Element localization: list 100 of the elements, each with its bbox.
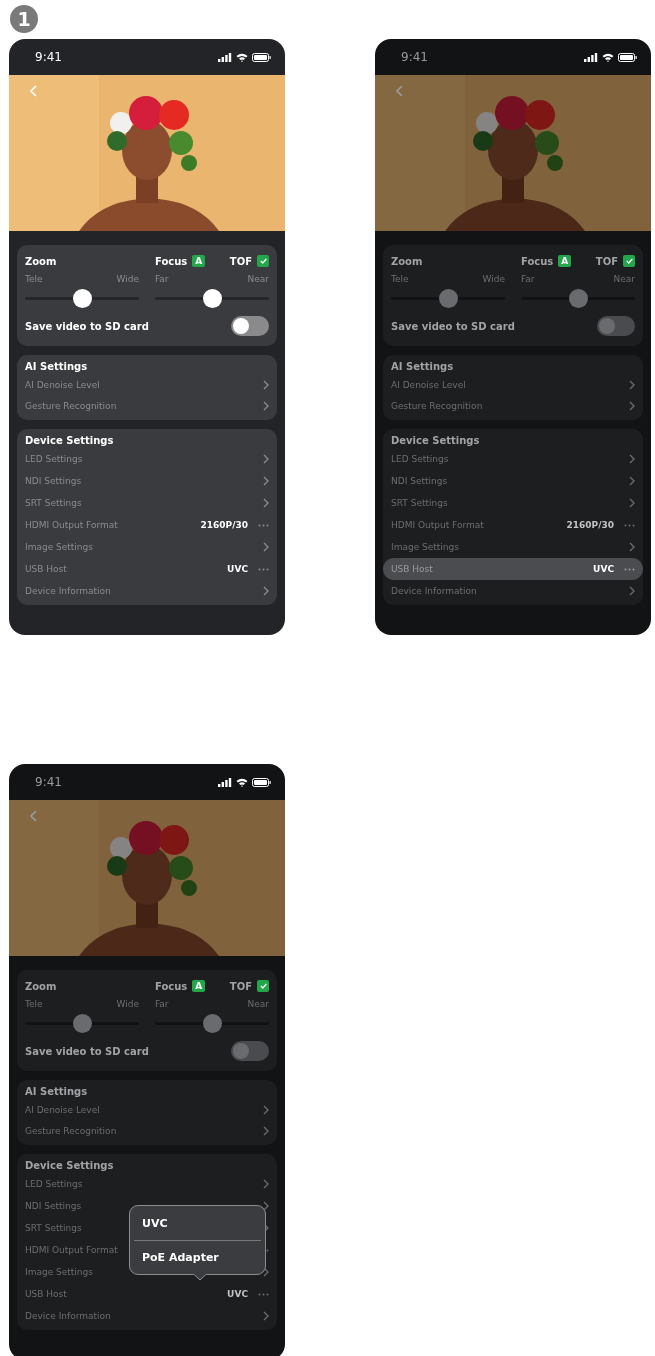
settings-row[interactable]: AI Denoise Level xyxy=(25,374,269,395)
more-icon[interactable] xyxy=(624,523,635,527)
more-icon[interactable] xyxy=(258,1292,269,1296)
section-title: Device Settings xyxy=(25,1159,114,1171)
section-title: Device Settings xyxy=(25,434,114,446)
menu-option[interactable]: PoE Adapter xyxy=(134,1240,261,1274)
highlighted-settings-row[interactable]: USB Host UVC xyxy=(383,558,643,580)
slider-min-label: Tele xyxy=(25,999,43,1009)
settings-row[interactable]: Gesture Recognition xyxy=(25,1120,269,1141)
zoom-title: Zoom xyxy=(25,255,57,267)
wifi-icon xyxy=(236,52,248,62)
chevron-right-icon xyxy=(629,379,635,390)
section-title: AI Settings xyxy=(391,360,454,372)
chevron-right-icon xyxy=(263,498,269,508)
chevron-right-icon xyxy=(263,542,269,552)
chevron-right-icon xyxy=(263,1125,269,1136)
settings-row[interactable]: AI Denoise Level xyxy=(391,374,635,395)
tof-label: TOF xyxy=(595,255,618,267)
auto-badge[interactable]: A xyxy=(558,255,572,267)
focus-title: Focus xyxy=(155,980,188,992)
slider-thumb[interactable] xyxy=(439,289,458,308)
settings-row[interactable]: Image Settings xyxy=(25,536,269,558)
settings-row[interactable]: LED Settings xyxy=(25,448,269,470)
settings-row[interactable]: LED Settings xyxy=(25,1173,269,1195)
settings-row[interactable]: Device Information xyxy=(25,580,269,602)
tof-checkbox[interactable] xyxy=(623,255,635,267)
auto-badge[interactable]: A xyxy=(192,980,206,992)
section-title: AI Settings xyxy=(25,1085,88,1097)
more-icon[interactable] xyxy=(258,523,269,527)
status-time: 9:41 xyxy=(401,50,428,64)
slider-max-label: Wide xyxy=(116,999,139,1009)
slider-thumb[interactable] xyxy=(569,289,588,308)
settings-row[interactable]: NDI Settings xyxy=(25,470,269,492)
chevron-right-icon xyxy=(263,1311,269,1321)
slider-max-label: Wide xyxy=(482,274,505,284)
settings-row[interactable]: HDMI Output Format 2160P/30 xyxy=(391,514,635,536)
slider-min-label: Tele xyxy=(391,274,409,284)
slider-max-label: Near xyxy=(247,274,269,284)
zoom-title: Zoom xyxy=(25,980,57,992)
chevron-right-icon xyxy=(629,454,635,464)
setting-value: UVC xyxy=(593,564,614,574)
setting-value: UVC xyxy=(227,564,248,574)
slider-max-label: Near xyxy=(613,274,635,284)
back-icon[interactable] xyxy=(396,85,403,97)
step-badge: 1 xyxy=(10,5,38,33)
save-video-toggle[interactable] xyxy=(231,1041,269,1061)
slider-min-label: Far xyxy=(155,999,169,1009)
slider-thumb[interactable] xyxy=(73,289,92,308)
settings-row[interactable]: NDI Settings xyxy=(391,470,635,492)
more-icon[interactable] xyxy=(258,567,269,571)
battery-icon xyxy=(252,777,271,787)
auto-badge[interactable]: A xyxy=(192,255,206,267)
save-video-toggle[interactable] xyxy=(597,316,635,336)
chevron-right-icon xyxy=(629,498,635,508)
settings-row[interactable]: Device Information xyxy=(391,580,635,602)
slider-thumb[interactable] xyxy=(73,1014,92,1033)
settings-row[interactable]: HDMI Output Format 2160P/30 xyxy=(25,514,269,536)
slider-thumb[interactable] xyxy=(203,1014,222,1033)
chevron-right-icon xyxy=(263,1104,269,1115)
settings-row[interactable]: USB Host UVC xyxy=(25,558,269,580)
wifi-icon xyxy=(236,777,248,787)
battery-icon xyxy=(252,52,271,62)
settings-row[interactable]: AI Denoise Level xyxy=(25,1099,269,1120)
setting-value: 2160P/30 xyxy=(566,520,614,530)
tof-label: TOF xyxy=(229,255,252,267)
setting-value: 2160P/30 xyxy=(200,520,248,530)
back-icon[interactable] xyxy=(30,810,37,822)
slider-min-label: Far xyxy=(521,274,535,284)
save-video-label: Save video to SD card xyxy=(391,320,515,332)
zoom-title: Zoom xyxy=(391,255,423,267)
battery-icon xyxy=(618,52,637,62)
chevron-right-icon xyxy=(629,400,635,411)
tof-checkbox[interactable] xyxy=(257,980,269,992)
section-title: AI Settings xyxy=(25,360,88,372)
settings-row[interactable]: Image Settings xyxy=(391,536,635,558)
wifi-icon xyxy=(602,52,614,62)
focus-title: Focus xyxy=(155,255,188,267)
chevron-right-icon xyxy=(629,476,635,486)
setting-value: UVC xyxy=(227,1289,248,1299)
save-video-label: Save video to SD card xyxy=(25,1045,149,1057)
signal-icon xyxy=(218,52,232,62)
settings-row[interactable]: Gesture Recognition xyxy=(391,395,635,416)
slider-max-label: Wide xyxy=(116,274,139,284)
more-icon[interactable] xyxy=(624,567,635,571)
tof-checkbox[interactable] xyxy=(257,255,269,267)
section-title: Device Settings xyxy=(391,434,480,446)
signal-icon xyxy=(584,52,598,62)
chevron-right-icon xyxy=(263,379,269,390)
settings-row[interactable]: Gesture Recognition xyxy=(25,395,269,416)
settings-row[interactable]: SRT Settings xyxy=(391,492,635,514)
settings-row[interactable]: SRT Settings xyxy=(25,492,269,514)
settings-row[interactable]: Device Information xyxy=(25,1305,269,1327)
save-video-toggle[interactable] xyxy=(231,316,269,336)
status-time: 9:41 xyxy=(35,50,62,64)
menu-option[interactable]: UVC xyxy=(134,1206,261,1240)
chevron-right-icon xyxy=(263,1179,269,1189)
slider-thumb[interactable] xyxy=(203,289,222,308)
slider-min-label: Tele xyxy=(25,274,43,284)
signal-icon xyxy=(218,777,232,787)
settings-row[interactable]: LED Settings xyxy=(391,448,635,470)
